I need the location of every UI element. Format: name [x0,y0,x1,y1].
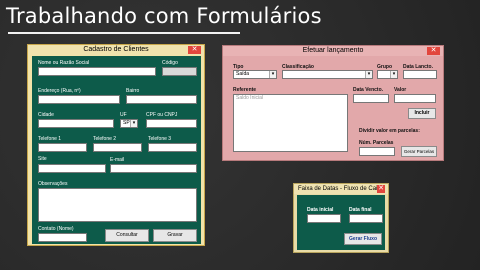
label-data-vencto: Data Vencto. [353,87,384,93]
label-site: Site [38,156,47,162]
label-data-inicial: Data inicial [307,207,334,213]
gerar-fluxo-button[interactable]: Gerar Fluxo [344,233,382,245]
nome-input[interactable] [38,67,156,76]
lancamento-close-icon[interactable]: ✕ [427,47,440,55]
cadastro-close-icon[interactable]: ✕ [188,46,201,54]
chevron-down-icon[interactable]: ▾ [365,71,372,78]
data-lancto-input[interactable] [403,70,437,79]
valor-input[interactable] [394,94,436,103]
num-parcelas-input[interactable] [359,147,395,156]
label-email: E-mail [110,157,125,163]
label-referente: Referente [233,87,257,93]
chevron-down-icon[interactable]: ▾ [269,71,276,78]
telefone1-input[interactable] [38,143,87,152]
label-nome: Nome ou Razão Social [38,60,90,66]
gerar-parcelas-button[interactable]: Gerar Parcelas [401,146,437,157]
referente-listbox[interactable]: Saldo Inicial [233,94,348,152]
label-cpf: CPF ou CNPJ [146,112,178,118]
label-tel3: Telefone 3 [148,136,172,142]
classificacao-select[interactable]: ▾ [282,70,373,79]
incluir-button[interactable]: Incluir [408,108,436,119]
fluxo-titlebar: Faixa de Datas - Fluxo de Caixa [294,184,388,194]
tipo-select[interactable]: Saída ▾ [233,70,277,79]
chevron-down-icon[interactable]: ▾ [130,120,137,127]
label-endereco: Endereço (Rua, nº) [38,88,81,94]
consultar-button[interactable]: Consultar [105,229,149,242]
data-vencto-input[interactable] [353,94,389,103]
label-tel2: Telefone 2 [93,136,117,142]
observacoes-textarea[interactable] [38,188,197,222]
list-item[interactable]: Saldo Inicial [236,95,347,101]
telefone2-input[interactable] [93,143,142,152]
lancamento-titlebar: Efetuar lançamento [223,46,443,56]
label-num-parcelas: Núm. Parcelas [359,140,394,146]
cpf-input[interactable] [146,119,197,128]
fluxo-caixa-window: Faixa de Datas - Fluxo de Caixa ✕ Data i… [293,183,389,253]
cidade-input[interactable] [38,119,114,128]
uf-select[interactable]: SP ▾ [120,119,138,128]
email-input[interactable] [110,164,197,173]
contato-input[interactable] [38,233,87,242]
label-cidade: Cidade [38,112,54,118]
chevron-down-icon[interactable]: ▾ [390,71,397,78]
label-valor: Valor [394,87,407,93]
fluxo-close-icon[interactable]: ✕ [377,185,385,193]
data-final-input[interactable] [349,214,383,223]
endereco-input[interactable] [38,95,120,104]
label-observacoes: Observações [38,181,68,187]
cadastro-form: Nome ou Razão Social Código Endereço (Ru… [32,56,201,244]
cadastro-clientes-window: Cadastro de Clientes ✕ Nome ou Razão Soc… [27,44,205,246]
efetuar-lancamento-window: Efetuar lançamento ✕ Tipo Saída ▾ Classi… [222,45,444,161]
tipo-value: Saída [236,71,250,77]
bairro-input[interactable] [126,95,197,104]
label-bairro: Bairro [126,88,140,94]
cadastro-titlebar: Cadastro de Clientes [28,45,204,55]
page-title: Trabalhando com Formulários [6,4,322,28]
title-underline [8,32,240,34]
label-tel1: Telefone 1 [38,136,62,142]
label-dividir: Dividir valor em parcelas: [359,128,420,134]
label-data-final: Data final [349,207,372,213]
data-inicial-input[interactable] [307,214,341,223]
label-contato: Contato (Nome) [38,226,74,232]
grupo-select[interactable]: ▾ [377,70,398,79]
telefone3-input[interactable] [148,143,197,152]
codigo-input[interactable] [162,67,197,76]
site-input[interactable] [38,164,106,173]
fluxo-form: Data inicial Data final Gerar Fluxo [297,195,385,250]
gravar-button[interactable]: Gravar [153,229,197,242]
uf-value: SP [123,120,130,126]
label-uf: UF [120,112,127,118]
label-codigo: Código [162,60,178,66]
